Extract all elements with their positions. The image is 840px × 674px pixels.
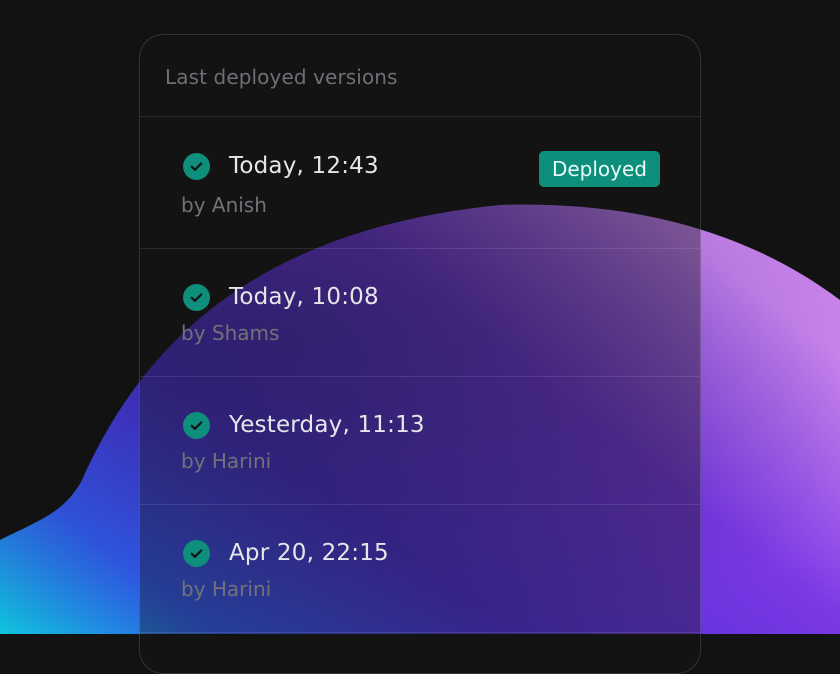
deployment-time: Today, 12:43 [229,153,379,179]
deployment-time: Yesterday, 11:13 [229,412,425,438]
deployment-row[interactable]: Apr 20, 22:15 by Harini [140,505,700,633]
deployment-author: by Anish [181,193,267,217]
deployment-author: by Harini [181,577,272,601]
deployment-time: Today, 10:08 [229,284,379,310]
deployment-author: by Harini [181,449,272,473]
deployment-time: Apr 20, 22:15 [229,540,389,566]
check-circle-icon [183,412,210,439]
panel-title: Last deployed versions [140,35,700,117]
deployment-author: by Shams [181,321,280,345]
deployment-row[interactable]: Yesterday, 11:13 by Harini [140,377,700,505]
deployed-badge: Deployed [538,151,660,187]
check-circle-icon [183,284,210,311]
deployment-row[interactable]: Today, 10:08 by Shams [140,249,700,377]
check-circle-icon [183,540,210,567]
deployments-panel: Last deployed versions Today, 12:43 by A… [139,34,701,674]
check-circle-icon [183,153,210,180]
deployment-row[interactable]: Today, 12:43 by Anish Deployed [140,117,700,249]
